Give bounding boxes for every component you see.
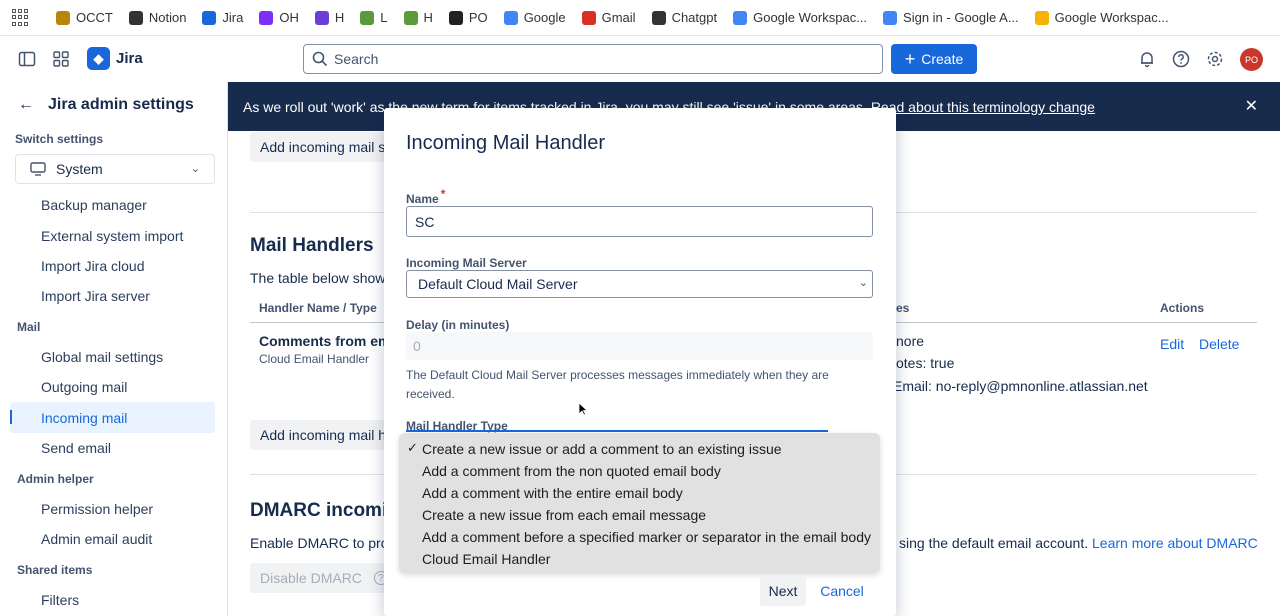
next-button[interactable]: Next xyxy=(760,576,806,606)
dropdown-option[interactable]: Add a comment before a specified marker … xyxy=(399,526,880,548)
name-label: Name * xyxy=(406,187,445,206)
dropdown-option-label: Create a new issue from each email messa… xyxy=(422,507,707,523)
required-asterisk: * xyxy=(440,187,446,201)
cancel-button[interactable]: Cancel xyxy=(814,576,870,606)
dropdown-option-label: Cloud Email Handler xyxy=(422,551,551,567)
dropdown-option[interactable]: ✓ Create a new issue or add a comment to … xyxy=(399,438,880,460)
dropdown-option-label: Add a comment from the non quoted email … xyxy=(422,463,721,479)
server-help-text: The Default Cloud Mail Server processes … xyxy=(406,368,829,401)
handler-type-dropdown[interactable]: ✓ Create a new issue or add a comment to … xyxy=(399,433,880,573)
dropdown-option[interactable]: Cloud Email Handler xyxy=(399,548,880,570)
handler-type-select[interactable] xyxy=(406,430,828,432)
checkmark-icon: ✓ xyxy=(407,440,418,455)
mail-server-label: Incoming Mail Server xyxy=(406,256,527,270)
name-input[interactable]: SC xyxy=(406,206,873,237)
mail-server-value: Default Cloud Mail Server xyxy=(418,276,578,292)
dialog-title: Incoming Mail Handler xyxy=(406,132,605,154)
dropdown-option-label: Add a comment before a specified marker … xyxy=(422,529,872,545)
delay-input[interactable]: 0 xyxy=(406,332,873,360)
dropdown-option-label: Create a new issue or add a comment to a… xyxy=(422,441,782,457)
chevron-down-icon: ⌄ xyxy=(858,277,868,289)
mouse-cursor-icon xyxy=(578,402,588,416)
dropdown-option[interactable]: Create a new issue from each email messa… xyxy=(399,504,880,526)
delay-value: 0 xyxy=(413,338,421,354)
delay-label: Delay (in minutes) xyxy=(406,318,510,332)
dropdown-option-label: Add a comment with the entire email body xyxy=(422,485,683,501)
mail-server-select[interactable]: Default Cloud Mail Server ⌄ xyxy=(406,270,873,298)
name-label-text: Name xyxy=(406,192,439,206)
dropdown-option[interactable]: Add a comment from the non quoted email … xyxy=(399,460,880,482)
dropdown-option[interactable]: Add a comment with the entire email body xyxy=(399,482,880,504)
name-input-value: SC xyxy=(415,213,435,230)
